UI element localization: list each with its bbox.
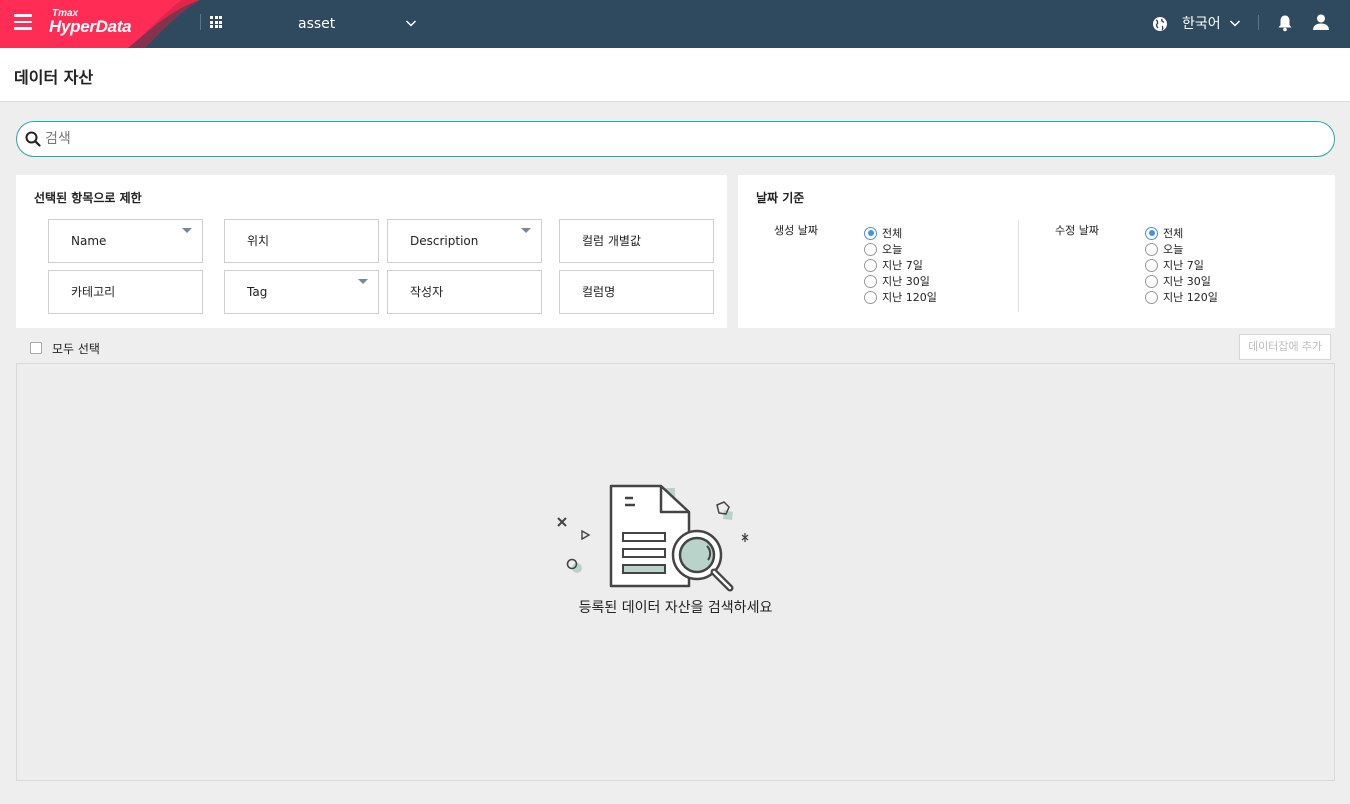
add-to-datajob-button[interactable]: 데이터잡에 추가 — [1239, 334, 1331, 360]
divider — [1018, 220, 1019, 312]
radio-button[interactable] — [864, 226, 877, 240]
filter-button-label: 위치 — [247, 234, 270, 248]
app-selector-value: asset — [298, 16, 336, 32]
caret-down-icon[interactable] — [182, 228, 192, 233]
filter-button[interactable]: Description — [387, 219, 542, 263]
radio-label: 지난 120일 — [1163, 291, 1218, 304]
filter-button[interactable]: Name — [48, 219, 203, 263]
radio-label: 지난 7일 — [882, 259, 923, 272]
select-all[interactable]: 모두 선택 — [30, 340, 100, 356]
radio-option[interactable]: 전체 — [1145, 225, 1218, 241]
radio-button[interactable] — [1145, 242, 1158, 256]
radio-option[interactable]: 지난 30일 — [1145, 273, 1218, 289]
page-header: 데이터 자산 — [0, 48, 1350, 102]
filter-button-label: 작성자 — [410, 285, 444, 299]
user-icon[interactable] — [1312, 13, 1330, 31]
radio-option[interactable]: 지난 7일 — [1145, 257, 1218, 273]
filter-button[interactable]: 컬럼 개별값 — [559, 219, 714, 263]
radio-option[interactable]: 오늘 — [864, 241, 937, 257]
date-panel-title: 날짜 기준 — [756, 191, 805, 205]
created-date-label: 생성 날짜 — [774, 224, 818, 237]
radio-label: 전체 — [1163, 227, 1184, 240]
radio-option[interactable]: 지난 120일 — [864, 289, 937, 305]
date-filter-panel: 날짜 기준 생성 날짜 전체오늘지난 7일지난 30일지난 120일 수정 날짜… — [738, 175, 1335, 328]
radio-button[interactable] — [864, 242, 877, 256]
select-all-label: 모두 선택 — [52, 341, 100, 356]
radio-option[interactable]: 전체 — [864, 225, 937, 241]
radio-label: 지난 120일 — [882, 291, 937, 304]
radio-option[interactable]: 지난 30일 — [864, 273, 937, 289]
filter-button-label: 카테고리 — [71, 285, 116, 299]
divider — [200, 14, 201, 30]
filter-button-label: 컬럼 개별값 — [582, 234, 642, 248]
radio-button[interactable] — [1145, 226, 1158, 240]
created-date-options: 전체오늘지난 7일지난 30일지난 120일 — [864, 225, 937, 305]
bell-icon[interactable] — [1277, 14, 1293, 32]
filter-button[interactable]: 작성자 — [387, 270, 542, 314]
radio-button[interactable] — [864, 258, 877, 272]
radio-button[interactable] — [864, 274, 877, 288]
filter-button[interactable]: 컬럼명 — [559, 270, 714, 314]
radio-option[interactable]: 오늘 — [1145, 241, 1218, 257]
menu-icon[interactable] — [14, 14, 32, 32]
filter-button-label: Tag — [247, 285, 268, 299]
top-navigation-bar: Tmax HyperData asset 한국어 — [0, 0, 1350, 48]
radio-label: 오늘 — [1163, 243, 1184, 256]
filter-panel: 선택된 항목으로 제한 Name 위치 Description 컬럼 개별값카테고리 T… — [16, 175, 727, 328]
chevron-down-icon — [405, 20, 417, 27]
divider — [1258, 15, 1259, 30]
radio-option[interactable]: 지난 7일 — [864, 257, 937, 273]
app-grid-icon[interactable] — [210, 16, 222, 28]
radio-button[interactable] — [864, 290, 877, 304]
filter-button-label: Name — [71, 234, 107, 248]
radio-label: 지난 7일 — [1163, 259, 1204, 272]
filter-button-label: Description — [410, 234, 479, 248]
document-search-illustration — [557, 484, 749, 592]
filter-button[interactable]: Tag — [224, 270, 379, 314]
logo-hyperdata[interactable]: HyperData — [49, 17, 132, 37]
caret-down-icon[interactable] — [358, 279, 368, 284]
app-selector[interactable]: asset — [288, 12, 423, 36]
filter-button[interactable]: 카테고리 — [48, 270, 203, 314]
brand-area: Tmax HyperData — [0, 0, 200, 48]
empty-state-message: 등록된 데이터 자산을 검색하세요 — [578, 600, 773, 616]
radio-option[interactable]: 지난 120일 — [1145, 289, 1218, 305]
results-area: 등록된 데이터 자산을 검색하세요 — [16, 363, 1335, 781]
globe-icon — [1153, 17, 1167, 31]
chevron-down-icon — [1229, 20, 1241, 27]
modified-date-label: 수정 날짜 — [1055, 224, 1099, 237]
radio-label: 오늘 — [882, 243, 903, 256]
radio-label: 지난 30일 — [1163, 275, 1211, 288]
filter-button-label: 컬럼명 — [582, 285, 616, 299]
filter-panel-title: 선택된 항목으로 제한 — [34, 191, 142, 205]
language-label: 한국어 — [1182, 16, 1221, 32]
filter-button[interactable]: 위치 — [224, 219, 379, 263]
page-title: 데이터 자산 — [14, 68, 94, 87]
search-bar[interactable] — [16, 121, 1335, 157]
search-input[interactable] — [45, 127, 1315, 151]
modified-date-options: 전체오늘지난 7일지난 30일지난 120일 — [1145, 225, 1218, 305]
caret-down-icon[interactable] — [521, 228, 531, 233]
search-icon — [25, 131, 41, 147]
radio-button[interactable] — [1145, 274, 1158, 288]
radio-button[interactable] — [1145, 290, 1158, 304]
radio-label: 전체 — [882, 227, 903, 240]
radio-label: 지난 30일 — [882, 275, 930, 288]
radio-button[interactable] — [1145, 258, 1158, 272]
select-all-checkbox[interactable] — [30, 342, 42, 354]
